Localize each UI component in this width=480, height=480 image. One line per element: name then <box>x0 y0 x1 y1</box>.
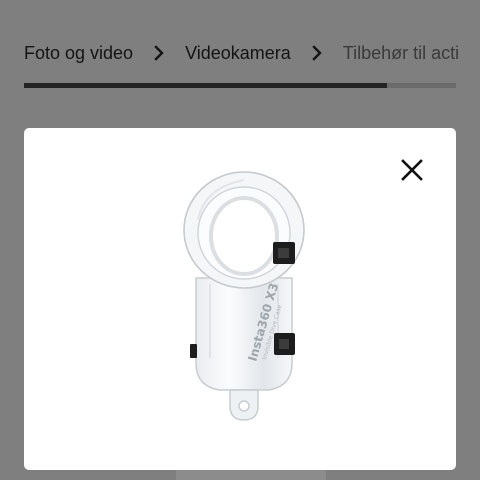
chevron-right-icon <box>133 38 185 68</box>
background-content-peek <box>176 470 326 480</box>
image-zoom-modal: Insta360 X3 Invisible Dive Case <box>24 128 456 470</box>
product-image[interactable]: Insta360 X3 Invisible Dive Case <box>174 168 314 423</box>
close-icon <box>401 159 423 181</box>
breadcrumb: Foto og video Videokamera Tilbehør til a… <box>24 38 480 68</box>
breadcrumb-item-foto-og-video[interactable]: Foto og video <box>24 43 133 64</box>
chevron-right-icon <box>291 38 343 68</box>
close-button[interactable] <box>398 156 426 184</box>
breadcrumb-item-videokamera[interactable]: Videokamera <box>185 43 291 64</box>
carousel-progress-track <box>24 83 456 88</box>
breadcrumb-item-tilbehor[interactable]: Tilbehør til acti <box>343 43 459 64</box>
carousel-progress-fill <box>24 83 387 88</box>
